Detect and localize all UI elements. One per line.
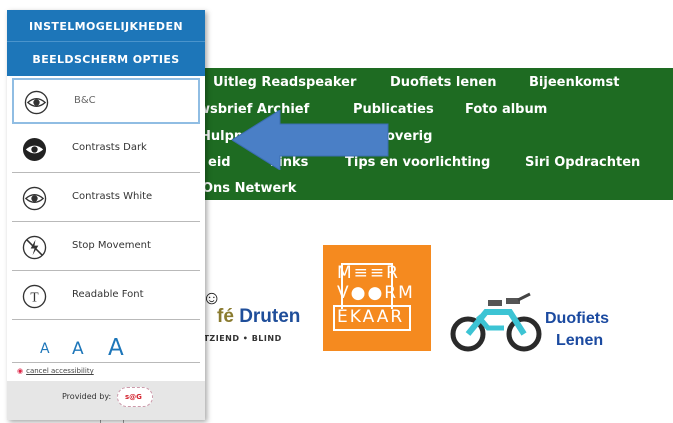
option-label: Contrasts Dark bbox=[72, 142, 147, 153]
eye-dark-icon bbox=[22, 137, 47, 162]
nav-item-uitleg-readspeaker[interactable]: Uitleg Readspeaker bbox=[213, 75, 356, 90]
nav-item-foto-album[interactable]: Foto album bbox=[465, 102, 547, 117]
cancel-accessibility-label: cancel accessibility bbox=[26, 367, 94, 375]
accessibility-panel: INSTELMOGELIJKHEDEN BEELDSCHERM OPTIES B… bbox=[7, 10, 205, 420]
option-label: Contrasts White bbox=[72, 191, 153, 202]
meer-logo-line-3: EKAAR bbox=[337, 307, 405, 327]
font-size-small-button[interactable]: A bbox=[40, 341, 50, 357]
nav-item-bijeenkomst[interactable]: Bijeenkomst bbox=[529, 75, 619, 90]
duofiets-logo-line-2: Lenen bbox=[556, 332, 604, 349]
eye-outline-icon bbox=[24, 90, 49, 115]
druten-logo-subtitle: ITZIEND • BLIND bbox=[200, 334, 282, 343]
duofiets-lenen-logo[interactable]: Duofiets Lenen bbox=[448, 237, 640, 357]
meer-logo-line-1: M≡≡R bbox=[337, 263, 400, 283]
provider-logo[interactable]: s@G bbox=[117, 387, 153, 407]
option-readable-font[interactable]: T Readable Font bbox=[12, 274, 200, 320]
provided-by-footer: Provided by: s@G bbox=[7, 381, 205, 420]
option-stop-movement[interactable]: Stop Movement bbox=[12, 225, 200, 271]
provided-by-label: Provided by: bbox=[62, 392, 112, 401]
meer-logo-line-2: V●●RM bbox=[337, 283, 415, 303]
cancel-dot-icon: ◉ bbox=[17, 367, 24, 375]
duofiets-bike-icon bbox=[450, 292, 542, 352]
accessibility-panel-header: INSTELMOGELIJKHEDEN BEELDSCHERM OPTIES bbox=[7, 10, 205, 76]
option-label: Stop Movement bbox=[72, 240, 151, 251]
nav-item-beleid[interactable]: eid bbox=[208, 155, 231, 170]
option-label: Readable Font bbox=[72, 289, 144, 300]
druten-logo-cafe: fé bbox=[217, 306, 234, 327]
readable-font-icon: T bbox=[22, 284, 47, 309]
panel-header-divider bbox=[7, 41, 205, 42]
option-label: B&C bbox=[74, 95, 96, 106]
option-contrasts-dark[interactable]: Contrasts Dark bbox=[12, 127, 200, 173]
cancel-accessibility-link[interactable]: ◉ cancel accessibility bbox=[17, 367, 94, 375]
duofiets-logo-line-1: Duofiets bbox=[545, 310, 609, 327]
nav-item-ons-netwerk[interactable]: Ons Netwerk bbox=[202, 181, 296, 196]
cafe-druten-logo[interactable]: ☺ fé Druten ITZIEND • BLIND bbox=[200, 284, 315, 354]
panel-subtitle: BEELDSCHERM OPTIES bbox=[32, 53, 180, 66]
option-contrasts-white[interactable]: Contrasts White bbox=[12, 176, 200, 222]
svg-text:T: T bbox=[30, 289, 38, 304]
eye-white-icon bbox=[22, 186, 47, 211]
druten-logo-name: Druten bbox=[239, 306, 301, 327]
nav-item-duofiets-lenen[interactable]: Duofiets lenen bbox=[390, 75, 497, 90]
font-size-large-button[interactable]: A bbox=[108, 335, 124, 361]
nav-item-overig[interactable]: overig bbox=[386, 129, 432, 144]
option-bc[interactable]: B&C bbox=[12, 78, 200, 124]
druten-logo-title: fé Druten bbox=[217, 306, 300, 328]
provider-logo-text: s@G bbox=[125, 393, 142, 401]
nav-item-siri-opdrachten[interactable]: Siri Opdrachten bbox=[525, 155, 640, 170]
meer-voor-elkaar-logo[interactable]: M≡≡R V●●RM EKAAR bbox=[323, 245, 431, 351]
font-size-controls: A A A bbox=[12, 335, 200, 363]
stop-movement-icon bbox=[22, 235, 47, 260]
font-size-medium-button[interactable]: A bbox=[72, 339, 84, 359]
panel-title: INSTELMOGELIJKHEDEN bbox=[29, 20, 183, 33]
page: Uitleg Readspeaker Duofiets lenen Bijeen… bbox=[0, 0, 673, 423]
pointer-arrow bbox=[232, 110, 389, 170]
